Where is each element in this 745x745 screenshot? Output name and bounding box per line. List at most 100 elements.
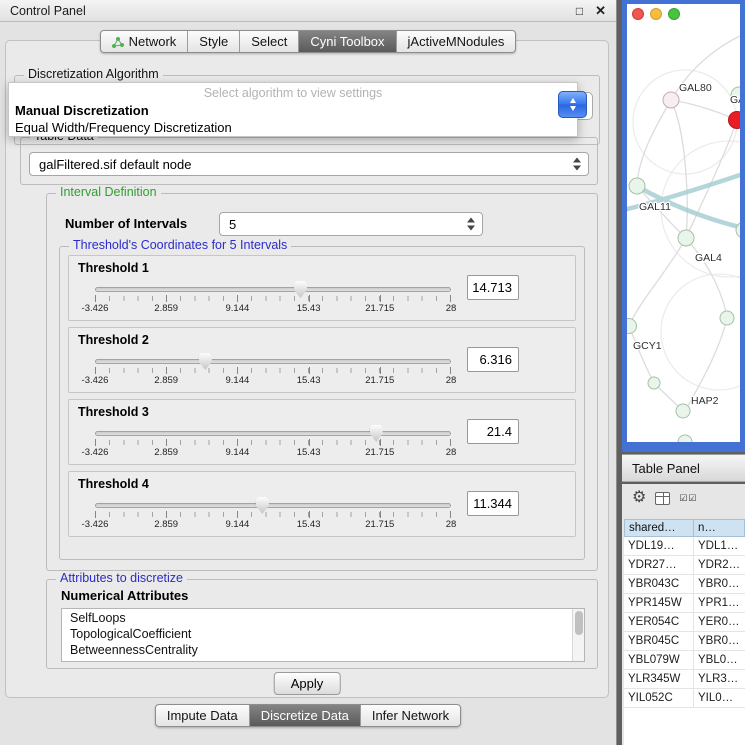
table-data-select[interactable]: galFiltered.sif default node — [29, 152, 589, 176]
table-panel: ⚙ ☑☑ shared… n… YDL19… YDL1… YDR27… YDR2… — [622, 484, 745, 745]
dropdown-option[interactable]: Manual Discretization — [9, 102, 577, 119]
network-graph[interactable]: GAL80 GA GAL11 GAL4 GCY1 HAP2 — [627, 4, 740, 442]
table-row[interactable]: YPR145W YPR1… — [624, 594, 745, 613]
zoom-button[interactable] — [668, 8, 680, 20]
threshold-panel: Threshold 2 -3.426 2.859 9.144 — [68, 327, 576, 393]
network-icon — [112, 36, 124, 48]
table-cell[interactable]: YDR27… — [624, 556, 694, 574]
table-cell[interactable]: YPR145W — [624, 594, 694, 612]
table-row[interactable]: YBR043C YBR0… — [624, 575, 745, 594]
top-tab[interactable]: Style — [188, 31, 240, 52]
table-panel-header: Table Panel — [622, 454, 745, 482]
threshold-panel: Threshold 3 -3.426 2.859 9.144 — [68, 399, 576, 465]
network-nodes[interactable] — [627, 87, 740, 442]
close-window-icon[interactable]: ✕ — [595, 3, 606, 19]
table-row[interactable]: YBR045C YBR0… — [624, 632, 745, 651]
table-cell[interactable]: YBR045C — [624, 632, 694, 650]
table-cell[interactable]: YER0… — [694, 613, 745, 631]
columns-icon[interactable] — [655, 492, 670, 505]
tab-label: jActiveMNodules — [408, 34, 505, 49]
node-label: HAP2 — [691, 395, 719, 407]
slider-track[interactable] — [95, 359, 451, 364]
threshold-value-field[interactable]: 11.344 — [467, 491, 519, 516]
table-cell[interactable]: YDR2… — [694, 556, 745, 574]
number-of-intervals-value: 5 — [229, 217, 236, 232]
threshold-value-field[interactable]: 21.4 — [467, 419, 519, 444]
float-window-icon[interactable]: □ — [576, 4, 583, 18]
apply-button[interactable]: Apply — [274, 672, 341, 695]
table-cell[interactable]: YPR1… — [694, 594, 745, 612]
threshold-slider[interactable]: -3.426 2.859 9.144 15.43 21.715 28 — [95, 424, 451, 462]
slider-minor-ticks — [95, 296, 451, 301]
table-cell[interactable]: YBL079W — [624, 651, 694, 669]
table-header-row: shared… n… — [624, 519, 745, 537]
close-button[interactable] — [632, 8, 644, 20]
combo-stepper-button[interactable] — [558, 91, 587, 118]
attribute-list-item[interactable]: TopologicalCoefficient — [62, 626, 584, 642]
table-panel-title: Table Panel — [632, 461, 700, 476]
bottom-tab[interactable]: Impute Data — [156, 705, 250, 726]
threshold-slider[interactable]: -3.426 2.859 9.144 15.43 21.715 28 — [95, 352, 451, 390]
slider-track[interactable] — [95, 287, 451, 292]
numerical-attributes-list[interactable]: SelfLoopsTopologicalCoefficientBetweenne… — [61, 608, 585, 662]
threshold-slider[interactable]: -3.426 2.859 9.144 15.43 21.715 28 — [95, 280, 451, 318]
node-label: GAL80 — [679, 82, 712, 94]
column-header[interactable]: n… — [694, 519, 745, 537]
node-label: GA — [730, 94, 740, 106]
top-tab[interactable]: Network — [101, 31, 189, 52]
dropdown-option[interactable]: Equal Width/Frequency Discretization — [9, 119, 577, 136]
control-panel-titlebar: Control Panel □ ✕ — [0, 0, 616, 22]
threshold-slider[interactable]: -3.426 2.859 9.144 15.43 21.715 28 — [95, 496, 451, 534]
top-tab[interactable]: Select — [240, 31, 299, 52]
node-label: GCY1 — [633, 340, 662, 352]
threshold-panel: Threshold 1 -3.426 2.859 9.144 — [68, 255, 576, 321]
table-data-value: galFiltered.sif default node — [39, 157, 191, 172]
table-row[interactable]: YDR27… YDR2… — [624, 556, 745, 575]
tab-label: Impute Data — [167, 708, 238, 723]
table-cell[interactable]: YIL0… — [694, 689, 745, 707]
select-rows-icon[interactable]: ☑☑ — [679, 493, 697, 504]
table-cell[interactable]: YDL19… — [624, 537, 694, 555]
table-cell[interactable]: YLR345W — [624, 670, 694, 688]
gear-icon[interactable]: ⚙ — [632, 490, 646, 506]
list-scrollbar[interactable] — [572, 609, 584, 661]
scrollbar-thumb[interactable] — [575, 611, 583, 635]
table-row[interactable]: YBL079W YBL0… — [624, 651, 745, 670]
slider-track[interactable] — [95, 503, 451, 508]
table-row[interactable]: YIL052C YIL0… — [624, 689, 745, 708]
table-cell[interactable]: YBR0… — [694, 575, 745, 593]
slider-track[interactable] — [95, 431, 451, 436]
threshold-panel: Threshold 4 -3.426 2.859 9.144 — [68, 471, 576, 537]
column-header[interactable]: shared… — [624, 519, 694, 537]
number-of-intervals-select[interactable]: 5 — [219, 212, 483, 236]
dropdown-header: Select algorithm to view settings — [9, 85, 577, 102]
network-node — [629, 178, 645, 194]
control-panel-window: Control Panel □ ✕ Network Style Select C… — [0, 0, 617, 745]
top-tab[interactable]: jActiveMNodules — [397, 31, 516, 52]
table-cell[interactable]: YLR3… — [694, 670, 745, 688]
table-cell[interactable]: YIL052C — [624, 689, 694, 707]
table-row[interactable]: YDL19… YDL1… — [624, 537, 745, 556]
network-canvas[interactable]: GAL80 GA GAL11 GAL4 GCY1 HAP2 — [627, 4, 740, 442]
table-cell[interactable]: YER054C — [624, 613, 694, 631]
threshold-value-field[interactable]: 14.713 — [467, 275, 519, 300]
bottom-tab[interactable]: Infer Network — [361, 705, 460, 726]
table-cell[interactable]: YBR043C — [624, 575, 694, 593]
tab-label: Cyni Toolbox — [310, 34, 384, 49]
network-node — [676, 404, 690, 418]
table-cell[interactable]: YBL0… — [694, 651, 745, 669]
node-label: GAL11 — [639, 201, 671, 213]
minimize-button[interactable] — [650, 8, 662, 20]
threshold-label: Threshold 2 — [78, 333, 149, 347]
table-row[interactable]: YER054C YER0… — [624, 613, 745, 632]
table-cell[interactable]: YBR0… — [694, 632, 745, 650]
combo-arrows-icon — [467, 218, 475, 231]
table-row[interactable]: YLR345W YLR3… — [624, 670, 745, 689]
attribute-list-item[interactable]: SelfLoops — [62, 610, 584, 626]
threshold-value-field[interactable]: 6.316 — [467, 347, 519, 372]
top-tab[interactable]: Cyni Toolbox — [299, 31, 396, 52]
bottom-tab[interactable]: Discretize Data — [250, 705, 361, 726]
attribute-list-item[interactable]: BetweennessCentrality — [62, 642, 584, 658]
table-cell[interactable]: YDL1… — [694, 537, 745, 555]
network-view-window: GAL80 GA GAL11 GAL4 GCY1 HAP2 — [622, 0, 745, 452]
